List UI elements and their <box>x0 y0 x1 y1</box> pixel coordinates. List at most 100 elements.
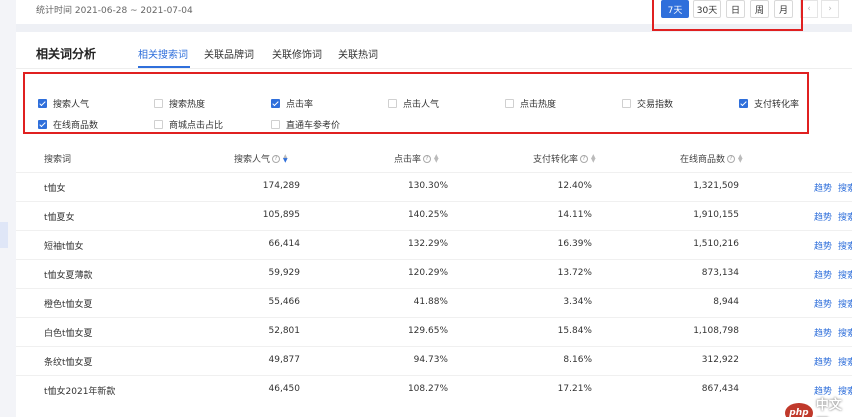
checkbox-unchecked-icon[interactable] <box>388 99 397 108</box>
checkbox-unchecked-icon[interactable] <box>154 99 163 108</box>
metric-option[interactable]: 交易指数 <box>622 97 673 110</box>
cell-keyword: t恤女 <box>44 184 66 194</box>
cell-cvr: 14.11% <box>557 210 592 220</box>
cell-popularity: 55,466 <box>268 297 301 307</box>
metric-option-label: 点击率 <box>286 100 314 110</box>
sidebar-active-marker <box>0 222 8 248</box>
checkbox-unchecked-icon[interactable] <box>505 99 514 108</box>
metric-option[interactable]: 商城点击占比 <box>154 118 223 131</box>
cell-keyword: t恤女2021年新款 <box>44 387 116 397</box>
cell-ctr: 41.88% <box>413 297 448 307</box>
trend-link[interactable]: 趋势 <box>814 297 832 310</box>
metric-option[interactable]: 支付转化率 <box>739 97 799 110</box>
cell-ctr: 130.30% <box>407 181 448 191</box>
cell-cvr: 15.84% <box>557 326 592 336</box>
trend-link[interactable]: 趋势 <box>814 210 832 223</box>
cell-keyword: 橙色t恤女夏 <box>44 300 93 310</box>
watermark-text: 中文网 <box>815 398 842 413</box>
cell-cvr: 13.72% <box>557 268 592 278</box>
table-row: t恤女夏薄款 59,929 120.29% 13.72% 873,134 趋势 搜索 <box>16 259 852 288</box>
help-icon: ? <box>272 154 281 163</box>
search-link[interactable]: 搜索 <box>838 355 852 368</box>
metric-option[interactable]: 点击热度 <box>505 97 556 110</box>
metric-option-label: 在线商品数 <box>53 121 99 131</box>
metric-option[interactable]: 点击率 <box>271 97 313 110</box>
cell-ctr: 108.27% <box>407 384 448 394</box>
checkbox-unchecked-icon[interactable] <box>622 99 631 108</box>
sort-icon[interactable]: ▲ ▼ <box>434 153 439 163</box>
search-link[interactable]: 搜索 <box>838 268 852 281</box>
trend-link[interactable]: 趋势 <box>814 268 832 281</box>
cell-keyword: t恤夏女 <box>44 213 75 223</box>
cell-popularity: 66,414 <box>268 239 301 249</box>
cell-items: 867,434 <box>701 384 739 394</box>
cell-items: 312,922 <box>701 355 739 365</box>
metric-option[interactable]: 在线商品数 <box>38 118 98 131</box>
metric-option[interactable]: 点击人气 <box>388 97 439 110</box>
cell-items: 1,510,216 <box>693 239 739 249</box>
metric-option-label: 支付转化率 <box>754 100 800 110</box>
table-row: t恤女 174,289 130.30% 12.40% 1,321,509 趋势 搜索 <box>16 172 852 201</box>
col-header-cvr[interactable]: 支付转化率? ▲ ▼ <box>533 152 596 165</box>
cell-ctr: 129.65% <box>407 326 448 336</box>
search-link[interactable]: 搜索 <box>838 326 852 339</box>
col-header-items[interactable]: 在线商品数? ▲ ▼ <box>680 152 743 165</box>
table-row: 橙色t恤女夏 55,466 41.88% 3.34% 8,944 趋势 搜索 <box>16 288 852 317</box>
metric-option-label: 商城点击占比 <box>169 121 224 131</box>
checkbox-checked-icon[interactable] <box>38 99 47 108</box>
checkbox-unchecked-icon[interactable] <box>271 120 280 129</box>
search-link[interactable]: 搜索 <box>838 297 852 310</box>
search-link[interactable]: 搜索 <box>838 181 852 194</box>
col-header-keyword: 搜索词 <box>44 155 72 165</box>
tab-brand-words[interactable]: 关联品牌词 <box>204 46 254 61</box>
cell-keyword: 条纹t恤女夏 <box>44 358 93 368</box>
trend-link[interactable]: 趋势 <box>814 326 832 339</box>
cell-keyword: 短袖t恤女 <box>44 242 84 252</box>
cell-keyword: 白色t恤女夏 <box>44 329 93 339</box>
help-icon: ? <box>580 154 589 163</box>
tab-hot-words[interactable]: 关联热词 <box>338 46 378 61</box>
cell-ctr: 132.29% <box>407 239 448 249</box>
search-link[interactable]: 搜索 <box>838 239 852 252</box>
metric-option-label: 点击人气 <box>403 100 440 110</box>
trend-link[interactable]: 趋势 <box>814 355 832 368</box>
sort-icon[interactable]: ▲ ▼ <box>738 153 743 163</box>
help-icon: ? <box>423 154 432 163</box>
table-row: 短袖t恤女 66,414 132.29% 16.39% 1,510,216 趋势 搜索 <box>16 230 852 259</box>
cell-items: 1,910,155 <box>693 210 739 220</box>
tab-related-search[interactable]: 相关搜索词 <box>138 46 188 61</box>
checkbox-checked-icon[interactable] <box>271 99 280 108</box>
tab-modifier-words[interactable]: 关联修饰词 <box>272 46 322 61</box>
cell-popularity: 59,929 <box>268 268 301 278</box>
cell-items: 8,944 <box>713 297 739 307</box>
metric-option[interactable]: 搜索热度 <box>154 97 205 110</box>
metric-option[interactable]: 搜索人气 <box>38 97 89 110</box>
checkbox-checked-icon[interactable] <box>38 120 47 129</box>
col-header-popularity[interactable]: 搜索人气? ▲ ▼ <box>234 152 288 165</box>
next-page-icon[interactable]: › <box>821 0 839 18</box>
period-highlight-box <box>652 0 803 31</box>
cell-popularity: 174,289 <box>262 181 300 191</box>
date-range-label: 统计时间 2021-06-28 ~ 2021-07-04 <box>36 6 193 16</box>
search-link[interactable]: 搜索 <box>838 210 852 223</box>
sort-icon[interactable]: ▲ ▼ <box>283 153 288 163</box>
trend-link[interactable]: 趋势 <box>814 181 832 194</box>
cell-cvr: 3.34% <box>563 297 592 307</box>
sort-icon[interactable]: ▲ ▼ <box>591 153 596 163</box>
cell-items: 873,134 <box>701 268 739 278</box>
tabs-divider <box>16 68 852 69</box>
php-logo-icon: php <box>785 403 813 417</box>
checkbox-checked-icon[interactable] <box>739 99 748 108</box>
col-header-ctr[interactable]: 点击率? ▲ ▼ <box>394 152 439 165</box>
cell-cvr: 12.40% <box>557 181 592 191</box>
checkbox-unchecked-icon[interactable] <box>154 120 163 129</box>
cell-ctr: 120.29% <box>407 268 448 278</box>
trend-link[interactable]: 趋势 <box>814 239 832 252</box>
table-row: t恤女2021年新款 46,450 108.27% 17.21% 867,434 趋势 搜索 <box>16 375 852 404</box>
cell-popularity: 105,895 <box>262 210 300 220</box>
table-row: 白色t恤女夏 52,801 129.65% 15.84% 1,108,798 趋势 搜索 <box>16 317 852 346</box>
metric-option-label: 交易指数 <box>637 100 674 110</box>
help-icon: ? <box>727 154 736 163</box>
metric-option[interactable]: 直通车参考价 <box>271 118 340 131</box>
cell-ctr: 140.25% <box>407 210 448 220</box>
